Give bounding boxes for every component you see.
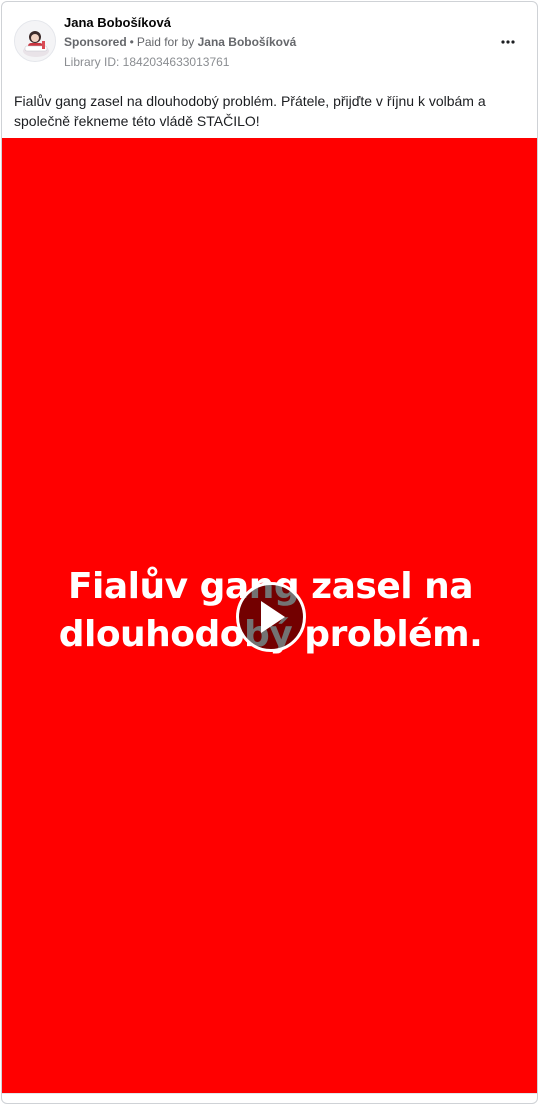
paid-for-name: Jana Bobošíková [197, 35, 297, 49]
separator-dot: • [129, 35, 134, 49]
paid-for-prefix: Paid for by [136, 35, 195, 49]
more-options-button[interactable] [497, 32, 519, 52]
video-player[interactable]: Fialův gang zasel na dlouhodobý problém. [2, 138, 537, 1093]
avatar[interactable] [14, 20, 56, 62]
avatar-illustration-icon [15, 21, 55, 61]
play-icon [261, 601, 285, 633]
author-name[interactable]: Jana Bobošíková [64, 15, 171, 30]
post-text: Fialův gang zasel na dlouhodobý problém.… [14, 93, 486, 129]
library-id: Library ID: 1842034633013761 [64, 55, 230, 69]
post-header: Jana Bobošíková Sponsored • Paid for by Ja… [2, 2, 537, 82]
sponsorship-line: Sponsored • Paid for by Jana Bobošíková [64, 35, 296, 49]
ad-card: Jana Bobošíková Sponsored • Paid for by Ja… [1, 1, 538, 1104]
sponsored-label: Sponsored [64, 35, 127, 49]
card-bottom-divider [2, 1093, 537, 1094]
play-button[interactable] [236, 582, 306, 652]
more-options-icon [501, 40, 515, 44]
